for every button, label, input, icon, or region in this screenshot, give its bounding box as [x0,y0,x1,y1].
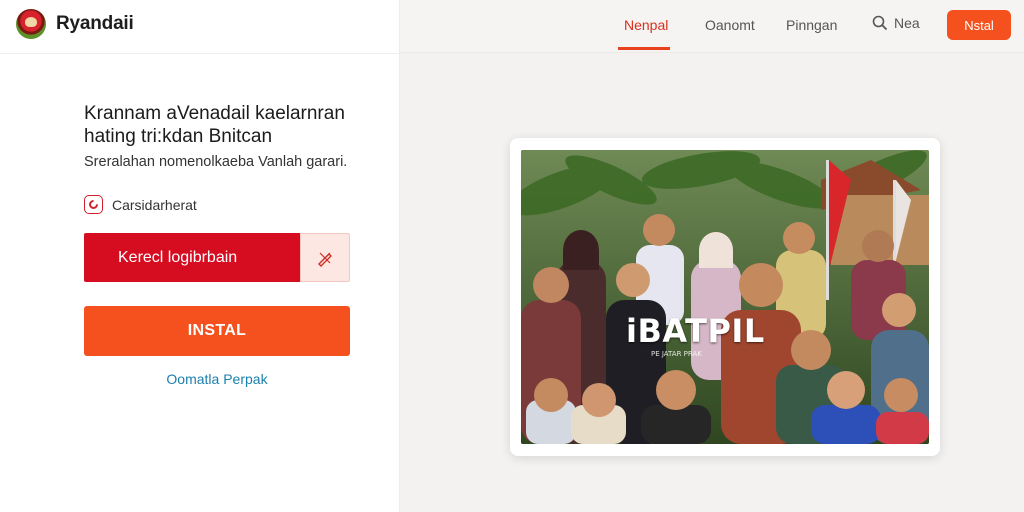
checkbox-icon[interactable] [84,195,103,214]
photo-card: iBATPIL PE JATAR PRAK [510,138,940,456]
search-icon [872,15,888,31]
pencil-cross-icon[interactable] [300,233,350,282]
photo-overlay-title: iBATPIL [626,312,765,350]
install-button[interactable]: INSTAL [84,306,350,356]
hero-subtext: Sreralahan nomenolkaeba Vanlah garari. [84,154,348,170]
group-photo: iBATPIL PE JATAR PRAK [521,150,929,444]
hero-heading-line-1: Krannam aVenadail kaelarnran [84,103,345,124]
login-button[interactable]: Kerecl logibrbain [84,233,300,282]
search-button[interactable]: Nea [872,15,920,31]
brand-name: Ryandaii [56,13,134,34]
header-divider [0,53,400,54]
primary-action-row: Kerecl logibrbain [84,233,350,282]
nav-item-nenpal[interactable]: Nenpal [624,17,668,33]
nav-item-oanomt[interactable]: Oanomt [705,17,755,33]
hero-heading-line-2: hating tri:kdan Bnitcan [84,126,273,147]
nav-active-underline [618,47,670,50]
photo-overlay-subtitle: PE JATAR PRAK [651,350,702,358]
left-panel: Ryandaii Krannam aVenadail kaelarnran ha… [0,0,400,512]
brand[interactable]: Ryandaii [16,7,134,41]
nav-item-pinngan[interactable]: Pinngan [786,17,837,33]
hero-heading: Krannam aVenadail kaelarnran hating tri:… [84,102,384,148]
group-photo-illustration [521,150,929,444]
search-label: Nea [894,15,920,31]
secondary-link[interactable]: Oomatla Perpak [84,371,350,387]
checkbox-label: Carsidarherat [112,196,197,213]
top-nav: Nenpal Oanomt Pinngan Nea Nstal [400,0,1024,53]
consent-checkbox-row[interactable]: Carsidarherat [84,195,197,214]
header-install-button[interactable]: Nstal [947,10,1011,40]
garuda-logo-icon [16,9,46,39]
